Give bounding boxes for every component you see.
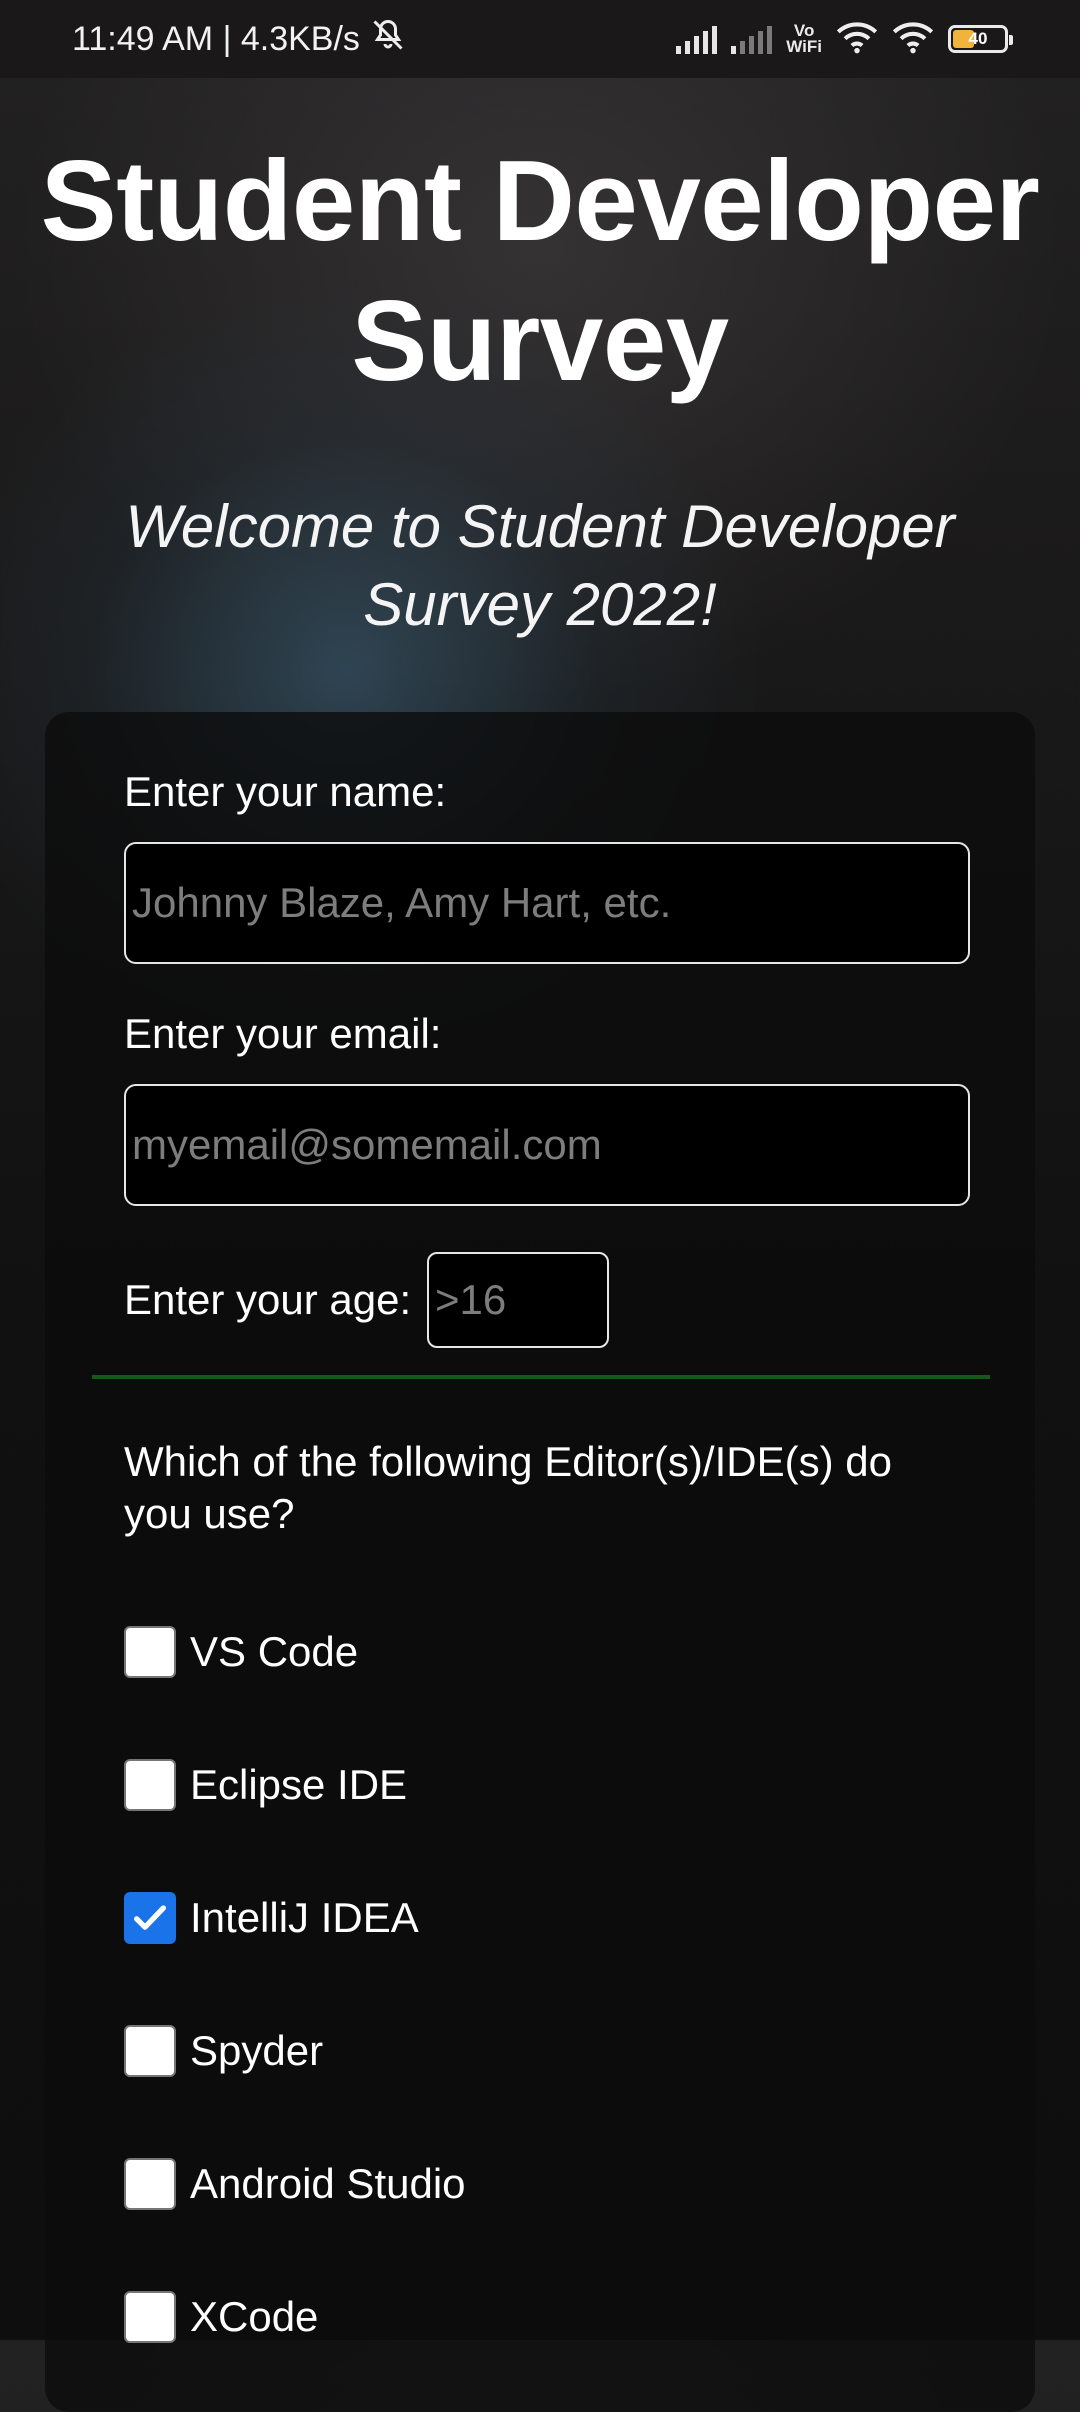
android-studio-checkbox[interactable] [124, 2158, 176, 2210]
option-android-studio[interactable]: Android Studio [124, 2156, 466, 2212]
vs-code-checkbox[interactable] [124, 1626, 176, 1678]
name-input[interactable] [124, 842, 970, 964]
battery-level: 40 [968, 29, 988, 48]
wifi-icon [836, 20, 878, 59]
divider [92, 1375, 990, 1379]
option-label: Eclipse IDE [190, 1761, 408, 1808]
status-bar: 11:49 AM | 4.3KB/s Vo WiFi 40 [0, 0, 1080, 78]
age-label: Enter your age: [124, 1276, 412, 1323]
age-input[interactable] [427, 1252, 609, 1348]
option-label: Spyder [190, 2027, 324, 2074]
mute-icon [370, 17, 406, 62]
ide-question: Which of the following Editor(s)/IDE(s) … [124, 1438, 892, 1537]
signal-icon [731, 24, 773, 54]
option-label: XCode [190, 2293, 319, 2340]
wifi-icon [892, 20, 934, 59]
intellij-idea-checkbox[interactable] [124, 1892, 176, 1944]
status-time-speed: 11:49 AM | 4.3KB/s [72, 19, 360, 58]
option-vs-code[interactable]: VS Code [124, 1624, 358, 1680]
option-label: VS Code [190, 1628, 359, 1675]
status-left: 11:49 AM | 4.3KB/s [72, 17, 406, 62]
option-eclipse-ide[interactable]: Eclipse IDE [124, 1757, 407, 1813]
vowifi-line2: WiFi [786, 37, 822, 56]
email-input[interactable] [124, 1084, 970, 1206]
page-subtitle: Welcome to Student Developer Survey 2022… [125, 493, 955, 638]
option-spyder[interactable]: Spyder [124, 2023, 323, 2079]
xcode-checkbox[interactable] [124, 2291, 176, 2343]
checkmark-icon [134, 1905, 166, 1930]
vowifi-icon: Vo WiFi [786, 22, 822, 56]
option-intellij-idea[interactable]: IntelliJ IDEA [124, 1890, 419, 1946]
status-right: Vo WiFi 40 [676, 20, 1013, 59]
email-label: Enter your email: [124, 1010, 442, 1057]
option-xcode[interactable]: XCode [124, 2289, 318, 2345]
battery-icon: 40 [948, 25, 1013, 53]
survey-form: Enter your name: Enter your email: Enter… [45, 712, 1035, 2412]
option-label: IntelliJ IDEA [190, 1894, 419, 1941]
name-label: Enter your name: [124, 768, 447, 815]
spyder-checkbox[interactable] [124, 2025, 176, 2077]
page-title: Student Developer Survey [40, 138, 1040, 405]
signal-icon [676, 24, 718, 54]
option-label: Android Studio [190, 2160, 466, 2207]
eclipse-ide-checkbox[interactable] [124, 1759, 176, 1811]
